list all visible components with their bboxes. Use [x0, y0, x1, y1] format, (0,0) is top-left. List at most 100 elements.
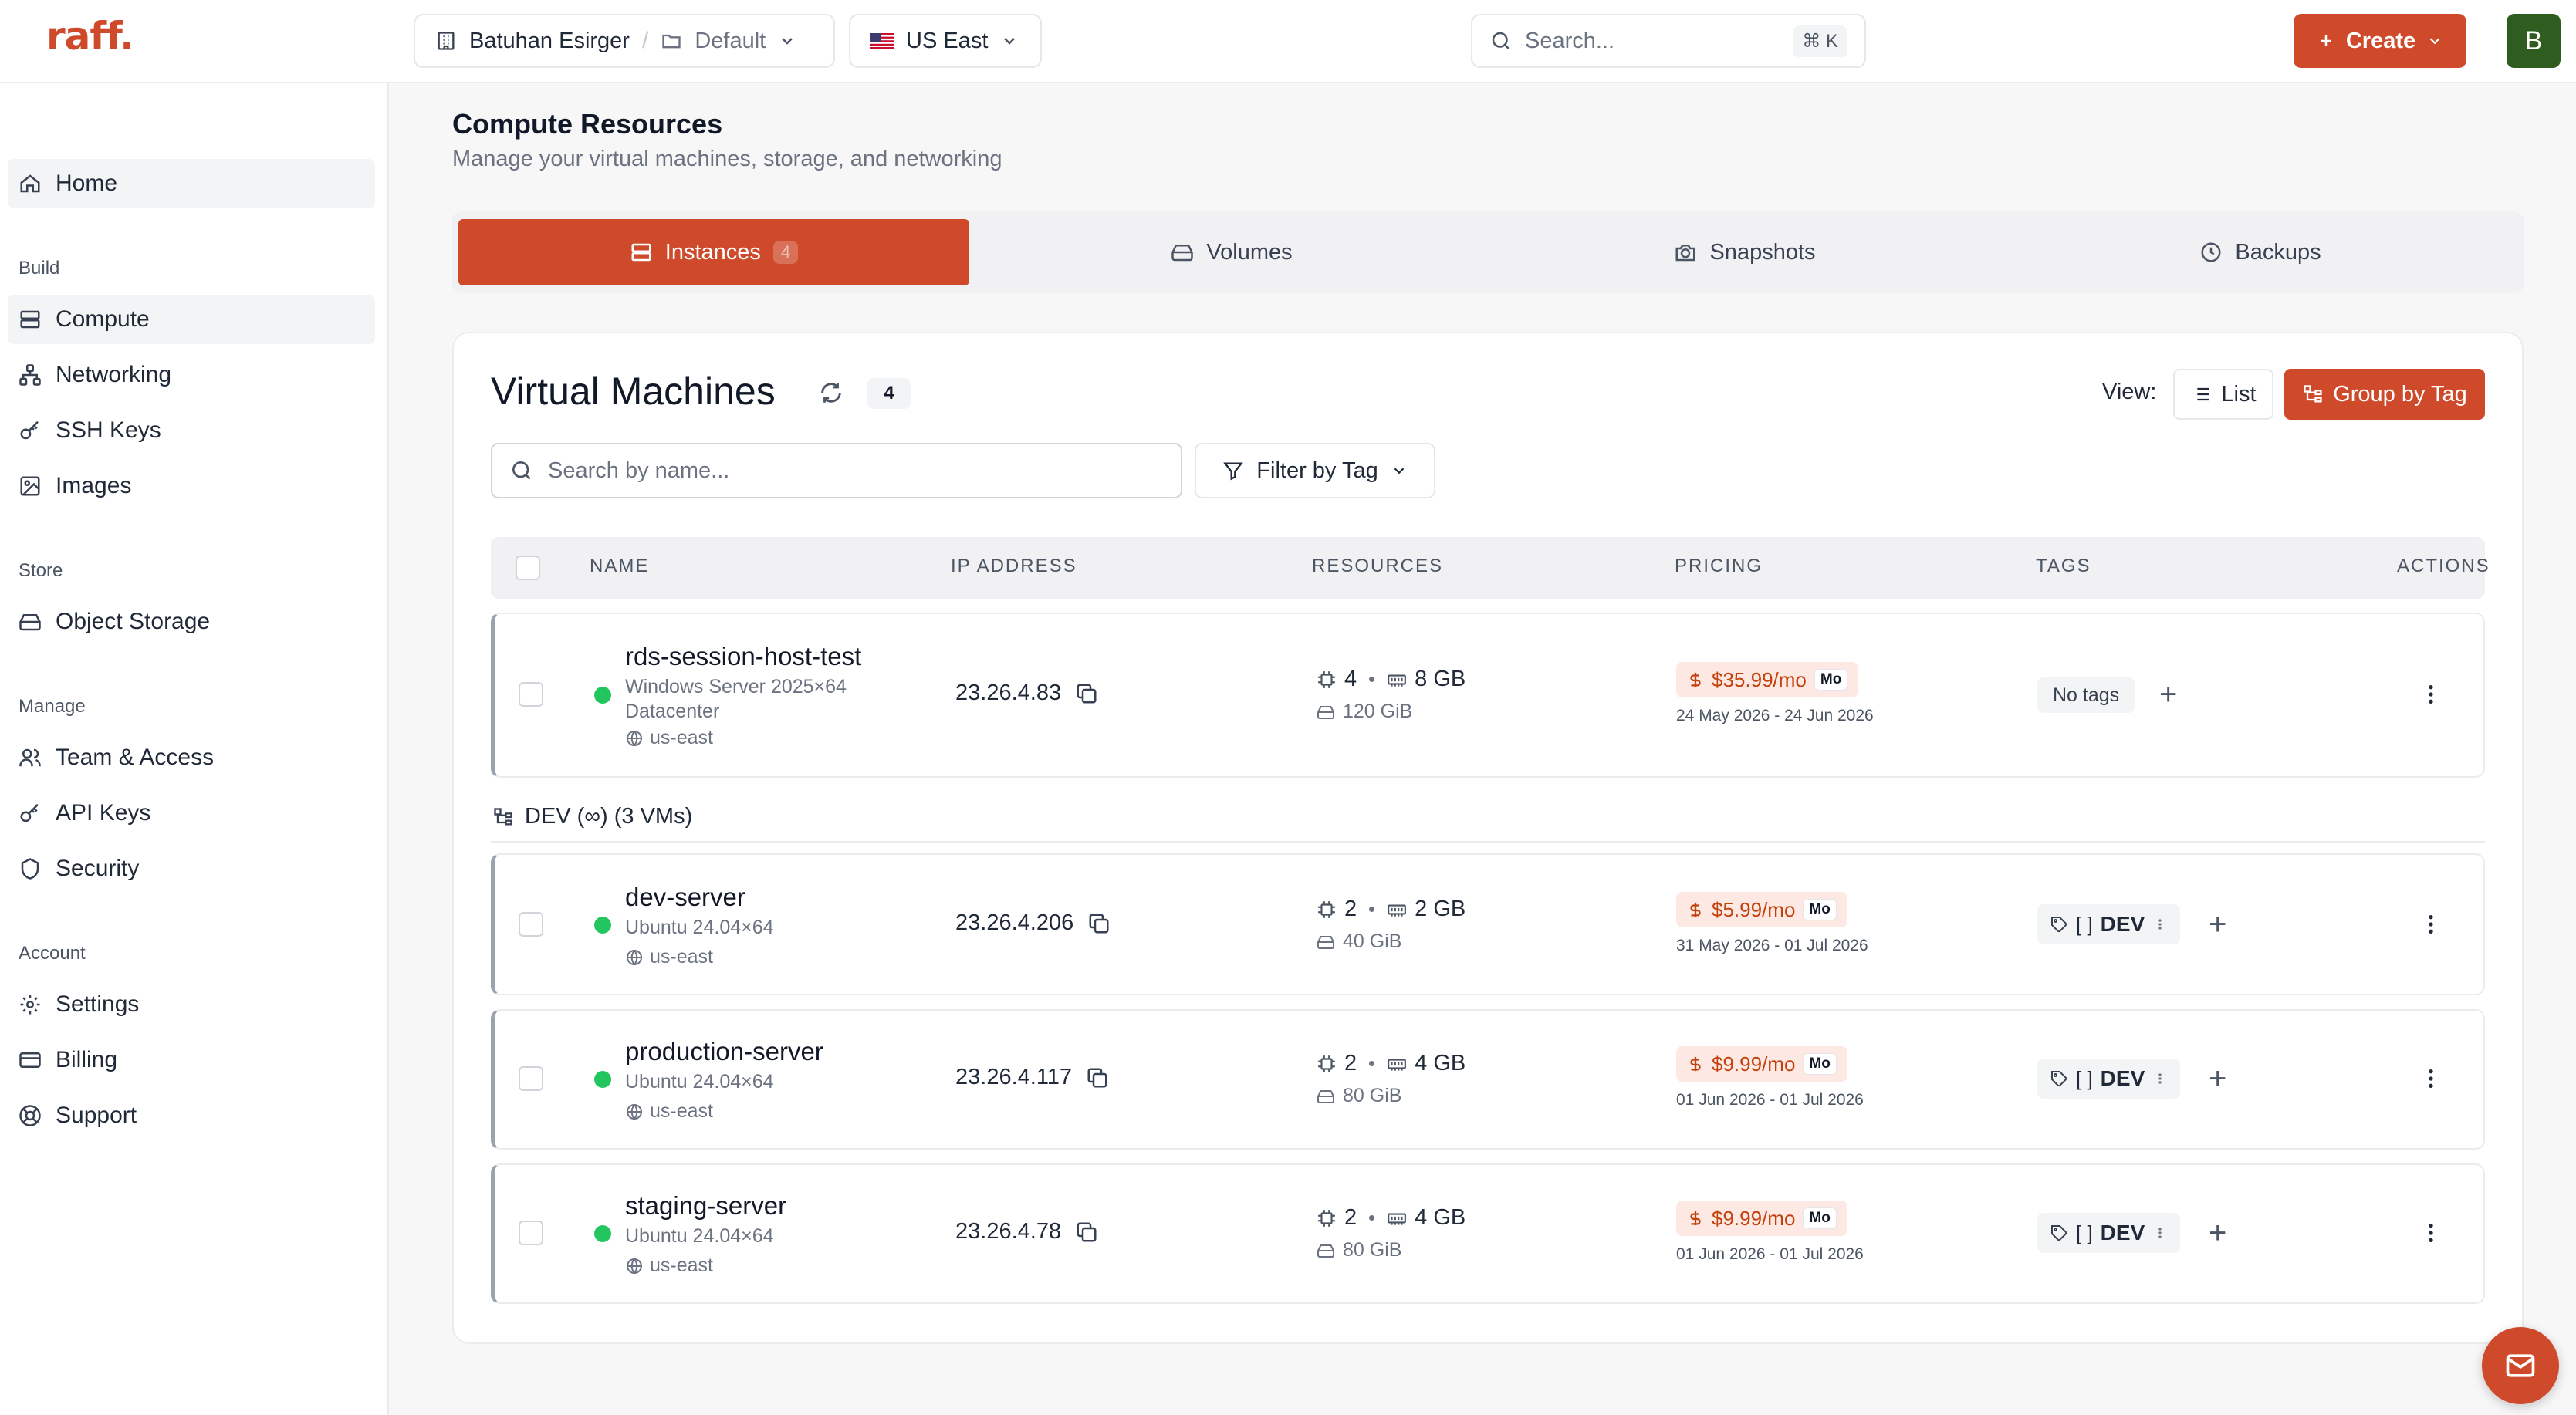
tag-icon — [2050, 1224, 2068, 1242]
tab-volumes[interactable]: Volumes — [977, 219, 1486, 285]
vm-name[interactable]: rds-session-host-test — [625, 642, 861, 671]
copy-icon[interactable] — [1075, 682, 1098, 705]
filter-by-tag-button[interactable]: Filter by Tag — [1195, 443, 1435, 498]
add-tag-button[interactable]: + — [2159, 679, 2177, 710]
sidebar-item-team-access[interactable]: Team & Access — [8, 733, 375, 782]
more-actions-icon[interactable] — [2419, 680, 2443, 708]
select-all-checkbox[interactable] — [516, 556, 540, 580]
column-header-resources[interactable]: RESOURCES — [1312, 556, 1443, 577]
copy-icon[interactable] — [1086, 1066, 1109, 1089]
sidebar-item-object-storage[interactable]: Object Storage — [8, 597, 375, 647]
vm-os: Ubuntu 24.04×64 — [625, 917, 774, 938]
shield-icon — [19, 857, 42, 880]
price-badge: $5.99/mo Mo — [1676, 892, 1847, 927]
region-selector[interactable]: US East — [849, 14, 1042, 68]
vm-search-input[interactable]: Search by name... — [491, 443, 1182, 498]
sidebar-item-support[interactable]: Support — [8, 1091, 375, 1140]
vm-name[interactable]: dev-server — [625, 883, 745, 912]
user-avatar[interactable]: B — [2507, 14, 2561, 68]
tag-chip-dev[interactable]: [ ] DEV — [2037, 1213, 2181, 1253]
billing-period: 01 Jun 2026 - 01 Jul 2026 — [1676, 1245, 1864, 1263]
sidebar-item-networking[interactable]: Networking — [8, 350, 375, 400]
vm-os: Ubuntu 24.04×64 — [625, 1071, 774, 1092]
sidebar-item-label: Images — [56, 473, 132, 498]
sidebar-item-billing[interactable]: Billing — [8, 1035, 375, 1085]
tag-chip-dev[interactable]: [ ] DEV — [2037, 904, 2181, 944]
tag-more-icon[interactable] — [2152, 1224, 2168, 1242]
copy-icon[interactable] — [1075, 1221, 1098, 1244]
sidebar-item-compute[interactable]: Compute — [8, 295, 375, 344]
column-header-ip[interactable]: IP ADDRESS — [951, 556, 1077, 577]
building-icon — [435, 30, 457, 52]
sidebar-item-security[interactable]: Security — [8, 844, 375, 893]
sidebar-section-manage: Manage — [19, 696, 86, 717]
refresh-icon[interactable] — [818, 380, 844, 406]
cpu-count: 4 — [1344, 667, 1357, 691]
view-list-button[interactable]: List — [2173, 369, 2273, 420]
more-actions-icon[interactable] — [2419, 1065, 2443, 1092]
region-text: us-east — [650, 1255, 713, 1276]
table-row[interactable] — [491, 853, 2485, 995]
billing-cycle-badge: Mo — [1803, 1207, 1837, 1229]
region-text: us-east — [650, 946, 713, 968]
sidebar-item-label: Billing — [56, 1047, 118, 1072]
brand-logo[interactable]: raff. — [46, 14, 134, 59]
copy-icon[interactable] — [1087, 912, 1111, 935]
vm-count-badge: 4 — [867, 378, 911, 409]
global-search-input[interactable]: Search... ⌘ K — [1471, 14, 1866, 68]
price-text: $9.99/mo — [1712, 1206, 1796, 1230]
org-project-selector[interactable]: Batuhan Esirger / Default — [414, 14, 835, 68]
disk-size: 40 GiB — [1343, 930, 1402, 952]
group-divider — [491, 841, 2485, 843]
column-header-pricing[interactable]: PRICING — [1675, 556, 1763, 577]
create-button[interactable]: Create — [2294, 14, 2466, 68]
sidebar-item-label: Settings — [56, 991, 140, 1017]
cpu-icon — [1317, 670, 1337, 690]
support-chat-button[interactable] — [2482, 1327, 2559, 1404]
dollar-icon — [1687, 671, 1704, 688]
breadcrumb-separator: / — [641, 28, 649, 53]
tag-more-icon[interactable] — [2152, 1069, 2168, 1088]
sidebar-item-ssh-keys[interactable]: SSH Keys — [8, 406, 375, 455]
vm-section-title: Virtual Machines — [491, 370, 776, 413]
sidebar-item-images[interactable]: Images — [8, 461, 375, 511]
tag-chip-dev[interactable]: [ ] DEV — [2037, 1059, 2181, 1099]
vm-os: Ubuntu 24.04×64 — [625, 1225, 774, 1247]
status-running-indicator — [594, 1225, 611, 1242]
vm-name[interactable]: production-server — [625, 1037, 823, 1066]
group-by-tag-button[interactable]: Group by Tag — [2284, 369, 2485, 420]
tag-more-icon[interactable] — [2152, 915, 2168, 934]
price-badge: $35.99/mo Mo — [1676, 662, 1859, 697]
column-header-name[interactable]: NAME — [590, 556, 649, 577]
add-tag-button[interactable]: + — [2209, 1063, 2226, 1094]
row-checkbox[interactable] — [519, 1221, 543, 1245]
tab-instances[interactable]: Instances 4 — [458, 219, 969, 285]
add-tag-button[interactable]: + — [2209, 1217, 2226, 1248]
row-checkbox[interactable] — [519, 1066, 543, 1091]
column-header-tags[interactable]: TAGS — [2036, 556, 2091, 577]
region-text: us-east — [650, 1100, 713, 1122]
billing-period: 24 May 2026 - 24 Jun 2026 — [1676, 707, 1874, 724]
row-checkbox[interactable] — [519, 912, 543, 937]
table-row[interactable] — [491, 1009, 2485, 1150]
add-tag-button[interactable]: + — [2209, 909, 2226, 940]
dollar-icon — [1687, 1210, 1704, 1227]
tag-group-header[interactable]: DEV (∞) (3 VMs) — [492, 804, 692, 829]
row-checkbox[interactable] — [519, 682, 543, 707]
vm-os-line: Datacenter — [625, 701, 720, 722]
more-actions-icon[interactable] — [2419, 910, 2443, 938]
sidebar-item-home[interactable]: Home — [8, 159, 375, 208]
disk-size: 120 GiB — [1343, 701, 1413, 722]
sidebar-item-settings[interactable]: Settings — [8, 980, 375, 1029]
vm-name[interactable]: staging-server — [625, 1191, 786, 1221]
ram-amount: 8 GB — [1415, 667, 1466, 691]
billing-cycle-badge: Mo — [1803, 1053, 1837, 1075]
table-row[interactable] — [491, 1163, 2485, 1304]
image-icon — [19, 474, 42, 498]
tab-backups[interactable]: Backups — [2003, 219, 2517, 285]
tab-snapshots[interactable]: Snapshots — [1486, 219, 2003, 285]
tab-label: Instances — [664, 239, 761, 265]
tag-icon — [2050, 915, 2068, 934]
sidebar-item-api-keys[interactable]: API Keys — [8, 789, 375, 838]
more-actions-icon[interactable] — [2419, 1219, 2443, 1247]
